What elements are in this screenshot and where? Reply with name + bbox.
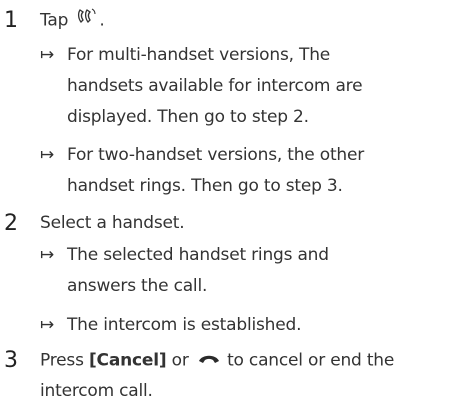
result-line: handsets available for intercom are	[67, 76, 363, 96]
result-line: For multi-handset versions, The	[67, 45, 331, 65]
end-call-icon	[198, 345, 220, 376]
step-instruction-line2: intercom call.	[40, 381, 153, 401]
instruction-text: Tap	[40, 10, 69, 31]
result-line: handset rings. Then go to step 3.	[67, 176, 343, 196]
result-line: displayed. Then go to step 2.	[67, 107, 309, 127]
step-instruction: Press [Cancel] or to cancel or end the	[40, 345, 394, 377]
instruction-text: Press	[40, 350, 84, 371]
instruction-punct: .	[99, 10, 105, 31]
result-arrow-icon: ↦	[40, 145, 55, 165]
instruction-text: or	[171, 350, 189, 371]
result-line: The intercom is established.	[67, 315, 302, 335]
instruction-text: to cancel or end the	[227, 350, 395, 371]
cancel-key-label: [Cancel]	[88, 350, 167, 371]
step-instruction: Tap .	[40, 5, 105, 37]
result-arrow-icon: ↦	[40, 45, 55, 65]
result-line: The selected handset rings and	[67, 245, 329, 265]
result-line: answers the call.	[67, 276, 208, 296]
result-arrow-icon: ↦	[40, 245, 55, 265]
intercom-icon	[77, 5, 97, 36]
step-number: 1	[4, 8, 18, 33]
step-number: 2	[4, 211, 18, 236]
result-arrow-icon: ↦	[40, 315, 55, 335]
result-line: For two-handset versions, the other	[67, 145, 365, 165]
step-instruction: Select a handset.	[40, 213, 185, 233]
step-number: 3	[4, 348, 18, 373]
